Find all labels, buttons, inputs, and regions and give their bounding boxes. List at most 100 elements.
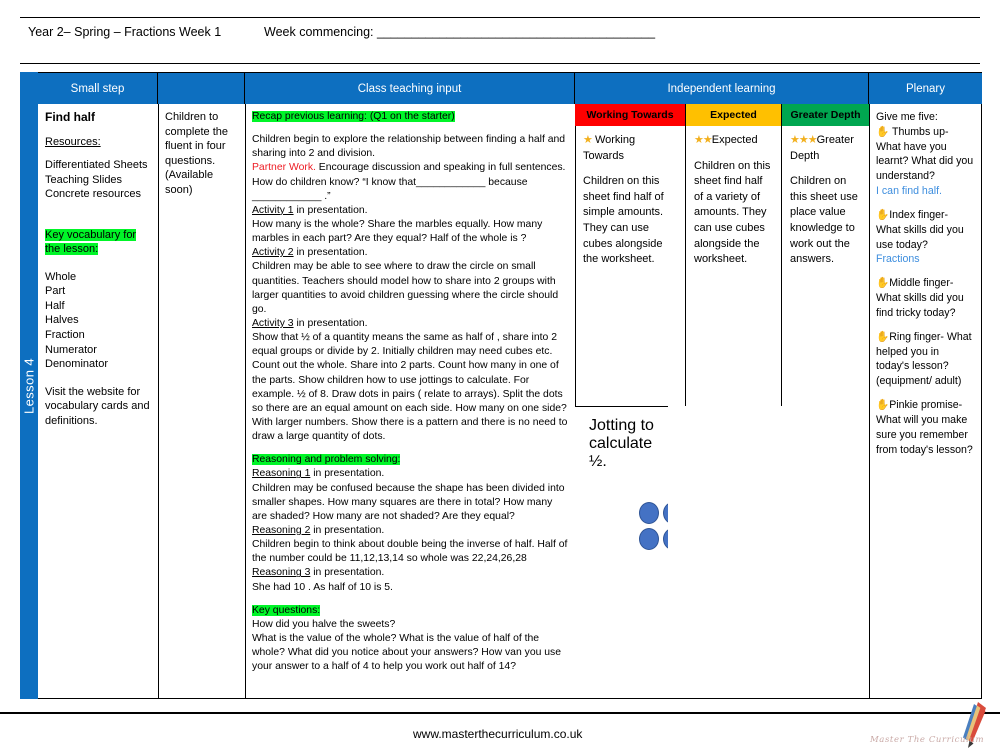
activity-3-suffix: in presentation. — [293, 317, 368, 329]
fluency-cell: Children to complete the fluent in four … — [158, 104, 245, 698]
dot-row — [639, 502, 668, 524]
small-step-title: Find half — [45, 110, 95, 124]
dot — [663, 502, 668, 524]
lesson-title-text: Year 2– Spring – Fractions Week 1 — [28, 25, 222, 39]
fluency-line: soon) — [165, 183, 193, 196]
vocabulary-word: Halves — [45, 314, 79, 327]
partner-work-paragraph: Partner Work. Encourage discussion and s… — [252, 161, 568, 203]
plenary-prompt: Ring finger- What helped you in today's … — [876, 330, 972, 388]
partner-work-label: Partner Work. — [252, 162, 316, 174]
plenary-intro: Give me five: — [876, 111, 938, 123]
activity-1-label: Activity 1 — [252, 204, 294, 216]
header-top-rule — [20, 17, 980, 18]
reasoning-3-suffix: in presentation. — [310, 567, 385, 579]
footer-rule — [0, 712, 1000, 714]
jotting-panel: Jotting to calculate ½. — [575, 406, 668, 698]
hand-icon: ✋ — [876, 277, 890, 290]
fluency-line: Children to — [165, 111, 219, 123]
recap-heading: Recap previous learning: (Q1 on the star… — [252, 111, 455, 122]
dot-row — [639, 528, 668, 550]
plenary-item: ✋ Thumbs up- What have you learnt? What … — [876, 125, 974, 184]
star-icon: ★★ — [694, 134, 713, 146]
plenary-prompt: Index finger- What skills did you use to… — [876, 208, 964, 251]
plenary-cell: Give me five: ✋ Thumbs up- What have you… — [868, 104, 981, 698]
band-cell-working-towards: ★ Working Towards Children on this sheet… — [575, 126, 686, 406]
plenary-answer: I can find half. — [876, 185, 942, 198]
reasoning-1-suffix: in presentation. — [310, 468, 385, 480]
jotting-title: Jotting to calculate ½. — [589, 417, 654, 470]
reasoning-1-label: Reasoning 1 — [252, 468, 311, 480]
activity-1-suffix: in presentation. — [293, 204, 368, 216]
band-body-text: Children on this sheet use place value k… — [790, 175, 858, 266]
website-note-line: definitions. — [45, 414, 98, 427]
band-cell-greater-depth: ★★★Greater Depth Children on this sheet … — [782, 126, 869, 406]
star-icon: ★ — [583, 134, 593, 146]
column-header-small-step: Small step — [38, 73, 158, 104]
plenary-answer: Fractions — [876, 253, 920, 266]
footer-url[interactable]: www.masterthecurriculum.co.uk — [413, 727, 582, 741]
band-body-text: Children on this sheet find half of simp… — [583, 175, 664, 266]
band-star-line: ★★Expected — [694, 133, 773, 149]
lesson-number-tab: Lesson 4 — [20, 72, 38, 699]
reasoning-heading: Reasoning and problem solving: — [252, 454, 401, 466]
key-questions-heading: Key questions: — [252, 604, 321, 616]
activity-3-heading: Activity 3 in presentation. — [252, 317, 568, 331]
brand-logo: Master The Curriculum — [864, 702, 994, 748]
hand-icon: ✋ — [876, 125, 890, 138]
dot — [663, 528, 668, 550]
resource-item: Teaching Slides — [45, 173, 123, 186]
activity-2-text: Children may be able to see where to dra… — [252, 261, 559, 315]
plenary-prompt: Middle finger- What skills did you find … — [876, 277, 964, 319]
plenary-item: ✋Index finger- What skills did you use t… — [876, 208, 974, 252]
header-bottom-rule — [20, 63, 980, 64]
resources-heading: Resources: — [45, 135, 101, 148]
vocabulary-word: Fraction — [45, 328, 85, 341]
reasoning-2-text: Children begin to think about double bei… — [252, 539, 568, 565]
plenary-prompt: Pinkie promise- What will you make sure … — [876, 399, 973, 456]
column-header-plenary: Plenary — [869, 73, 982, 104]
dot — [639, 502, 659, 524]
key-vocabulary-heading-line1: Key vocabulary for — [45, 228, 137, 241]
vocabulary-word: Numerator — [45, 343, 97, 356]
lesson-number-label: Lesson 4 — [21, 357, 37, 414]
website-note-line: vocabulary cards and — [45, 400, 150, 413]
reasoning-3-text: She had 10 . As half of 10 is 5. — [252, 581, 393, 593]
hand-icon: ✋ — [876, 208, 890, 221]
activity-2-suffix: in presentation. — [293, 247, 368, 259]
vocabulary-word: Whole — [45, 270, 77, 283]
logo-wordmark: Master The Curriculum — [870, 735, 985, 745]
reasoning-2-label: Reasoning 2 — [252, 524, 311, 536]
dot — [639, 528, 659, 550]
activity-3-label: Activity 3 — [252, 317, 294, 329]
band-cell-expected: ★★Expected Children on this sheet find h… — [686, 126, 782, 406]
document-header: Year 2– Spring – Fractions Week 1 Week c… — [20, 17, 980, 64]
key-questions-text: How did you halve the sweets? What is th… — [252, 618, 562, 673]
teaching-intro: Children begin to explore the relationsh… — [252, 134, 566, 160]
hand-icon: ✋ — [876, 330, 890, 343]
fluency-line: questions. — [165, 154, 216, 167]
lesson-plan-table: Small step Class teaching input Independ… — [38, 72, 982, 699]
jotting-dot-array — [639, 502, 668, 554]
reasoning-2-heading: Reasoning 2 in presentation. — [252, 524, 568, 538]
plenary-prompt: Thumbs up- What have you learnt? What di… — [876, 125, 974, 183]
band-header-working-towards: Working Towards — [575, 104, 686, 126]
activity-1-text: How many is the whole? Share the marbles… — [252, 218, 543, 245]
key-vocabulary-heading-line2: the lesson: — [45, 243, 99, 256]
reasoning-3-label: Reasoning 3 — [252, 567, 311, 579]
activity-2-heading: Activity 2 in presentation. — [252, 246, 568, 260]
band-header-expected: Expected — [686, 104, 782, 126]
reasoning-2-suffix: in presentation. — [310, 524, 385, 536]
class-teaching-input-cell: Recap previous learning: (Q1 on the star… — [245, 104, 575, 698]
vocabulary-word: Half — [45, 299, 65, 312]
hand-icon: ✋ — [876, 399, 890, 412]
column-header-independent-learning: Independent learning — [575, 73, 869, 104]
fluency-line: complete the — [165, 125, 228, 138]
activity-1-heading: Activity 1 in presentation. — [252, 204, 568, 218]
resource-item: Differentiated Sheets — [45, 159, 148, 172]
plenary-item: ✋Ring finger- What helped you in today's… — [876, 330, 974, 389]
vocabulary-word: Part — [45, 285, 66, 298]
column-header-class-teaching-input: Class teaching input — [245, 73, 575, 104]
small-step-cell: Find half Resources: Differentiated Shee… — [38, 104, 158, 698]
band-body-text: Children on this sheet find half of a va… — [694, 159, 771, 266]
band-header-greater-depth: Greater Depth — [782, 104, 869, 126]
